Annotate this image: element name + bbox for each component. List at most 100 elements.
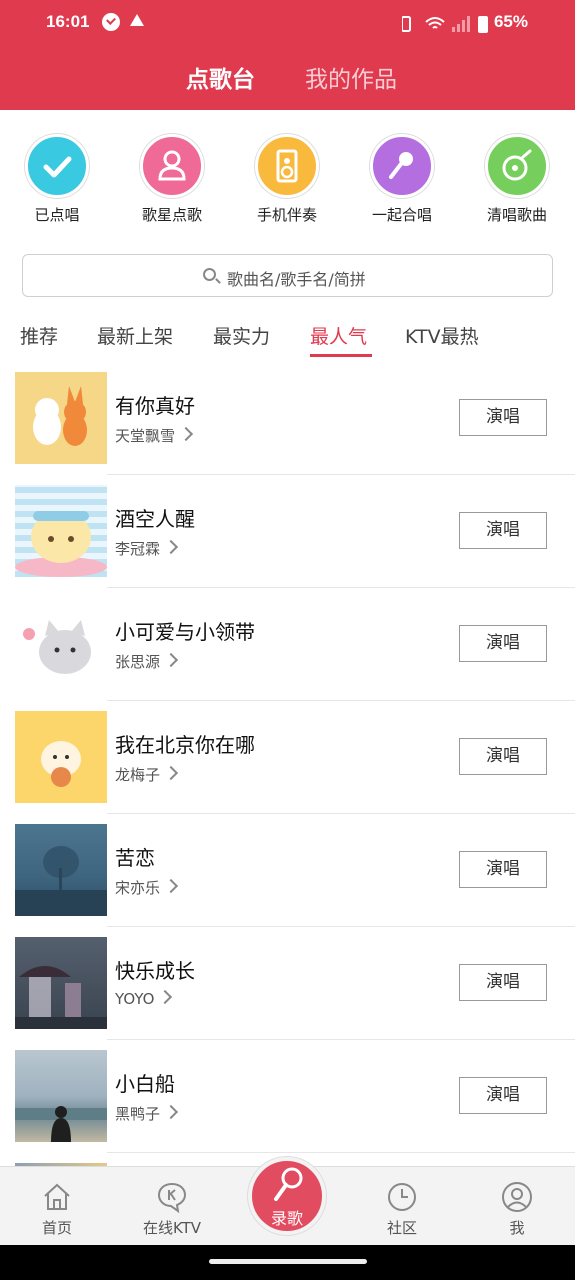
chevron-right-icon [163, 765, 179, 781]
shortcut-singer[interactable]: 歌星点歌 [122, 134, 222, 225]
chevron-right-icon [158, 989, 173, 1005]
list-item[interactable]: 小白船 黑鸭子 演唱 [0, 1048, 575, 1161]
shortcut-acapella[interactable]: 清唱歌曲 [467, 134, 567, 225]
shortcut-accompany[interactable]: 手机伴奏 [237, 134, 337, 225]
sing-button[interactable]: 演唱 [459, 625, 547, 662]
divider [107, 1039, 575, 1040]
song-artist[interactable]: 张思源 [115, 651, 179, 672]
active-tab-indicator [310, 354, 372, 357]
song-artist[interactable]: 天堂飘雪 [115, 425, 194, 446]
song-artist[interactable]: 李冠霖 [115, 538, 179, 559]
song-title: 小可爱与小领带 [115, 620, 255, 644]
chevron-right-icon [163, 539, 179, 555]
divider [107, 700, 575, 701]
artist-name: 李冠霖 [115, 540, 161, 558]
sing-button[interactable]: 演唱 [459, 851, 547, 888]
list-item[interactable]: 酒空人醒 李冠霖 演唱 [0, 483, 575, 596]
tab-my-works[interactable]: 我的作品 [305, 60, 397, 94]
artist-name: 天堂飘雪 [115, 427, 176, 445]
artist-name: YOYO [115, 990, 155, 1008]
tab-newest[interactable]: 最新上架 [97, 322, 173, 349]
artist-name: 黑鸭子 [115, 1105, 161, 1123]
record-disc-icon [485, 134, 549, 198]
battery-percent: 65% [493, 12, 528, 31]
song-artist[interactable]: 黑鸭子 [115, 1103, 179, 1124]
chevron-right-icon [178, 426, 194, 442]
artist-name: 张思源 [115, 653, 161, 671]
shortcut-label: 歌星点歌 [141, 206, 202, 224]
chat-k-icon [157, 1182, 187, 1214]
sing-button[interactable]: 演唱 [459, 399, 547, 436]
shortcut-label: 已点唱 [34, 206, 80, 224]
search-input[interactable]: 歌曲名/歌手名/简拼 [22, 254, 553, 297]
chevron-right-icon [163, 878, 179, 894]
shortcut-sung[interactable]: 已点唱 [7, 134, 107, 225]
list-item[interactable]: 苦恋 宋亦乐 演唱 [0, 822, 575, 935]
song-cover [15, 1050, 107, 1142]
song-title: 酒空人醒 [115, 507, 195, 531]
artist-name: 龙梅子 [115, 766, 161, 784]
song-cover [15, 372, 107, 464]
list-item[interactable]: 有你真好 天堂飘雪 演唱 [0, 370, 575, 483]
shortcut-label: 手机伴奏 [256, 206, 317, 224]
tab-ktv-hot[interactable]: KTV最热 [405, 322, 479, 349]
nav-online-ktv[interactable]: 在线KTV [122, 1181, 222, 1238]
song-cover [15, 711, 107, 803]
record-label: 录歌 [270, 1209, 303, 1228]
search-placeholder: 歌曲名/歌手名/简拼 [227, 270, 366, 289]
warning-icon [130, 14, 144, 26]
song-title: 小白船 [115, 1072, 175, 1096]
singer-icon [140, 134, 204, 198]
song-artist[interactable]: 龙梅子 [115, 764, 179, 785]
nav-label: 首页 [41, 1219, 72, 1237]
song-cover [15, 937, 107, 1029]
nav-label: 社区 [386, 1219, 417, 1237]
microphone-icon [274, 1167, 303, 1201]
sing-button[interactable]: 演唱 [459, 1077, 547, 1114]
status-time: 16:01 [46, 12, 90, 31]
system-nav-bar [0, 1245, 575, 1280]
microphone-icon [370, 134, 434, 198]
tab-strength[interactable]: 最实力 [213, 322, 270, 349]
home-icon [44, 1183, 70, 1210]
sing-button[interactable]: 演唱 [459, 512, 547, 549]
sing-button[interactable]: 演唱 [459, 964, 547, 1001]
divider [107, 1152, 575, 1153]
divider [107, 474, 575, 475]
shortcut-label: 清唱歌曲 [486, 206, 547, 224]
shortcut-chorus[interactable]: 一起合唱 [352, 134, 452, 225]
nav-me[interactable]: 我 [467, 1181, 567, 1238]
record-button[interactable]: 录歌 [248, 1157, 326, 1235]
home-gesture-pill[interactable] [209, 1259, 367, 1264]
header-tabs: 点歌台 我的作品 [0, 60, 575, 100]
song-title: 苦恋 [115, 846, 155, 870]
sing-button[interactable]: 演唱 [459, 738, 547, 775]
app-header: 16:01 65% 点歌台 我的作品 [0, 0, 575, 110]
shortcut-row: 已点唱 歌星点歌 手机伴奏 一起合唱 清唱歌曲 [0, 134, 575, 230]
song-title: 有你真好 [115, 394, 195, 418]
song-cover [15, 598, 107, 690]
list-item[interactable]: 我在北京你在哪 龙梅子 演唱 [0, 709, 575, 822]
chevron-right-icon [163, 1104, 179, 1120]
list-item[interactable]: 小可爱与小领带 张思源 演唱 [0, 596, 575, 709]
nav-label: 我 [509, 1219, 525, 1237]
tab-song-station[interactable]: 点歌台 [186, 60, 255, 94]
song-cover [15, 485, 107, 577]
song-title: 我在北京你在哪 [115, 733, 255, 757]
song-artist[interactable]: YOYO [115, 989, 173, 1008]
checkmark-icon [25, 134, 89, 198]
user-icon [502, 1182, 532, 1212]
signal-wifi-battery-icons [402, 16, 488, 33]
tab-recommend[interactable]: 推荐 [20, 322, 58, 349]
chevron-right-icon [163, 652, 179, 668]
shortcut-label: 一起合唱 [371, 206, 432, 224]
nav-label: 在线KTV [142, 1219, 202, 1237]
song-artist[interactable]: 宋亦乐 [115, 877, 179, 898]
artist-name: 宋亦乐 [115, 879, 161, 897]
list-item[interactable]: 快乐成长 YOYO 演唱 [0, 935, 575, 1048]
check-badge-icon [102, 13, 120, 31]
nav-home[interactable]: 首页 [7, 1181, 107, 1238]
tab-popular[interactable]: 最人气 [310, 322, 367, 349]
clock-icon [388, 1183, 416, 1211]
nav-community[interactable]: 社区 [352, 1181, 452, 1238]
